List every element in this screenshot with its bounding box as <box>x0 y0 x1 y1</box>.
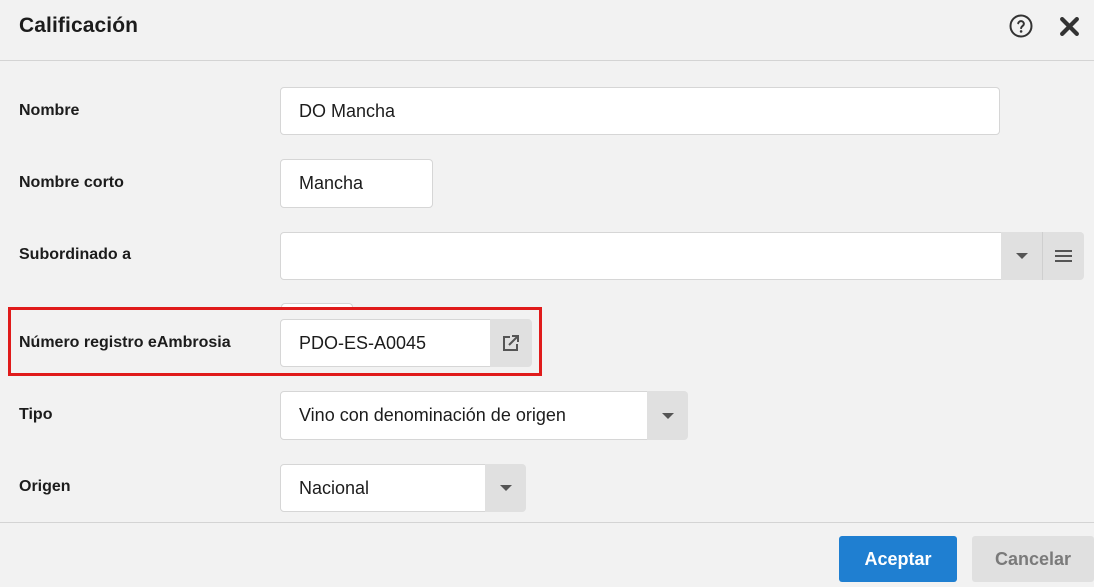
nombre-label: Nombre <box>19 102 80 119</box>
open-eambrosia-button[interactable] <box>490 319 532 367</box>
external-link-icon <box>503 335 519 351</box>
nombre-input[interactable]: DO Mancha <box>280 87 1000 135</box>
subordinado-dropdown-button[interactable] <box>1001 232 1042 280</box>
nombre-corto-input[interactable]: Mancha <box>280 159 433 208</box>
chevron-down-icon <box>1015 253 1028 259</box>
origen-dropdown-button[interactable] <box>485 464 526 512</box>
chevron-down-icon <box>499 485 512 491</box>
registro-input[interactable]: PDO-ES-A0045 <box>280 319 491 367</box>
subordinado-label: Subordinado a <box>19 246 131 263</box>
registro-label: Número registro eAmbrosia <box>19 334 231 351</box>
dialog-title: Calificación <box>19 14 139 37</box>
tipo-select[interactable]: Vino con denominación de origen <box>280 391 648 440</box>
close-icon[interactable] <box>1059 16 1080 37</box>
list-icon <box>1055 250 1072 262</box>
help-icon[interactable] <box>1009 14 1033 38</box>
accept-button[interactable]: Aceptar <box>839 536 957 582</box>
hidden-field-edge <box>281 303 353 309</box>
chevron-down-icon <box>661 412 674 419</box>
origen-label: Origen <box>19 478 71 495</box>
dialog-header: Calificación <box>0 0 1094 61</box>
cancel-button[interactable]: Cancelar <box>972 536 1094 582</box>
tipo-dropdown-button[interactable] <box>647 391 688 440</box>
nombre-corto-label: Nombre corto <box>19 174 124 191</box>
subordinado-select[interactable] <box>280 232 1002 280</box>
tipo-label: Tipo <box>19 406 53 423</box>
origen-select[interactable]: Nacional <box>280 464 486 512</box>
subordinado-list-button[interactable] <box>1042 232 1084 280</box>
